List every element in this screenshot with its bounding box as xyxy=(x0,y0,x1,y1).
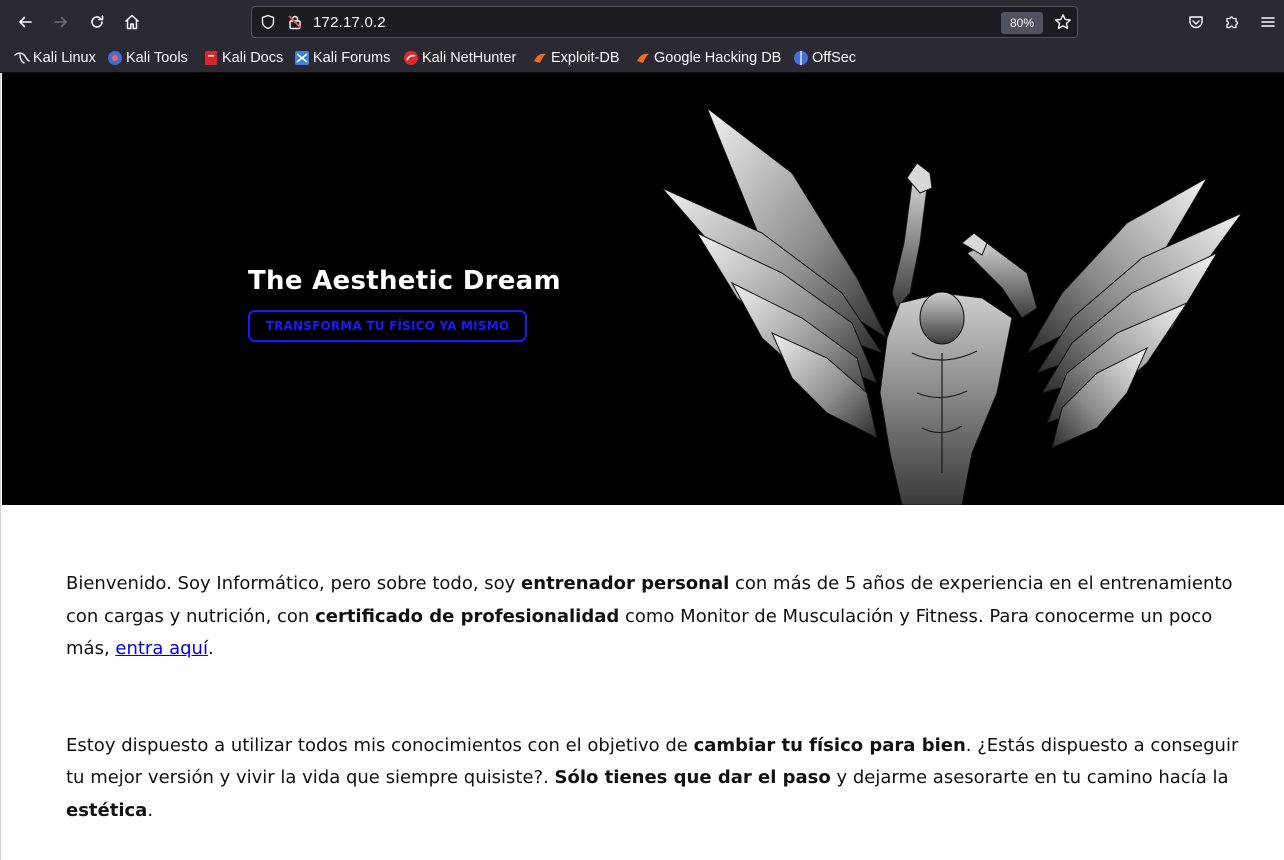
extensions-button[interactable] xyxy=(1218,8,1246,36)
offer-emphasis: estética xyxy=(66,799,148,821)
offer-text: y dejarme asesorarte en tu camino hacía … xyxy=(830,767,1229,788)
hero-banner: The Aesthetic Dream TRANSFORMA TU FÍSICO… xyxy=(2,73,1284,505)
intro-emphasis: certificado de profesionalidad xyxy=(315,605,620,627)
home-button[interactable] xyxy=(118,8,146,36)
arrow-right-icon xyxy=(54,16,67,28)
bookmark-kali-docs[interactable]: Kali Docs xyxy=(203,48,283,68)
intro-paragraph: Bienvenido. Soy Informático, pero sobre … xyxy=(66,568,1246,666)
bookmark-kali-linux[interactable]: Kali Linux xyxy=(14,48,96,68)
bookmark-label: Kali Forums xyxy=(313,50,391,66)
offer-emphasis: cambiar tu físico para bien xyxy=(693,734,966,756)
hero-title: The Aesthetic Dream xyxy=(248,266,561,296)
menu-button[interactable] xyxy=(1254,8,1282,36)
bookmark-label: Google Hacking DB xyxy=(654,50,782,66)
pocket-button[interactable] xyxy=(1182,8,1210,36)
offsec-icon xyxy=(793,50,809,66)
bookmark-kali-forums[interactable]: Kali Forums xyxy=(294,48,390,68)
intro-text: Bienvenido. Soy Informático, pero sobre … xyxy=(66,573,522,594)
pocket-icon xyxy=(1189,16,1203,29)
reload-button[interactable] xyxy=(83,8,111,36)
navigation-toolbar: 172.17.0.2 80% xyxy=(0,0,1284,44)
bookmark-label: Kali Docs xyxy=(222,50,284,66)
kali-nethunter-icon xyxy=(403,50,419,66)
transform-cta-button[interactable]: TRANSFORMA TU FÍSICO YA MISMO xyxy=(248,310,527,342)
offer-text: . xyxy=(147,799,154,821)
web-page: The Aesthetic Dream TRANSFORMA TU FÍSICO… xyxy=(0,73,1284,860)
bookmark-label: Kali Linux xyxy=(33,50,96,66)
insecure-lock-icon[interactable] xyxy=(287,14,303,30)
bookmark-label: Kali Tools xyxy=(126,50,188,66)
bookmark-offsec[interactable]: OffSec xyxy=(793,48,856,68)
bookmark-label: Exploit-DB xyxy=(551,50,620,66)
bookmark-label: OffSec xyxy=(812,50,857,66)
offer-paragraph: Estoy dispuesto a utilizar todos mis con… xyxy=(66,730,1246,828)
puzzle-piece-icon xyxy=(1226,16,1239,29)
offer-text: Estoy dispuesto a utilizar todos mis con… xyxy=(66,734,694,756)
bookmarks-toolbar: Kali Linux Kali Tools Kali Docs Kali For… xyxy=(0,44,1284,73)
home-icon xyxy=(124,14,140,30)
forward-button[interactable] xyxy=(47,8,75,36)
bookmark-star-icon[interactable] xyxy=(1054,13,1072,31)
intro-content: Bienvenido. Soy Informático, pero sobre … xyxy=(66,568,1246,827)
bookmark-kali-tools[interactable]: Kali Tools xyxy=(107,48,188,68)
about-me-link[interactable]: entra aquí xyxy=(115,638,208,659)
kali-docs-icon xyxy=(203,50,219,66)
offer-emphasis: Sólo tienes que dar el paso xyxy=(554,767,831,788)
reload-icon xyxy=(91,15,104,28)
hamburger-menu-icon xyxy=(1261,17,1275,27)
address-bar[interactable]: 172.17.0.2 80% xyxy=(251,6,1078,38)
winged-athlete-image xyxy=(661,106,1244,505)
back-button[interactable] xyxy=(11,8,39,36)
arrow-left-icon xyxy=(19,16,32,28)
browser-chrome: 172.17.0.2 80% Kali Linux Kali Tools Kal… xyxy=(0,0,1284,73)
zoom-level-button[interactable]: 80% xyxy=(1001,12,1043,34)
intro-text: . xyxy=(207,638,214,659)
kali-tools-icon xyxy=(107,50,123,66)
ghdb-icon xyxy=(635,50,651,66)
bookmark-exploit-db[interactable]: Exploit-DB xyxy=(532,48,620,68)
bookmark-label: Kali NetHunter xyxy=(422,50,517,66)
kali-dragon-icon xyxy=(14,50,30,66)
bookmark-google-hacking-db[interactable]: Google Hacking DB xyxy=(635,48,781,68)
exploit-db-icon xyxy=(532,50,548,66)
shield-icon xyxy=(261,14,275,30)
url-text[interactable]: 172.17.0.2 xyxy=(313,14,386,31)
intro-emphasis: entrenador personal xyxy=(521,573,730,594)
bookmark-kali-nethunter[interactable]: Kali NetHunter xyxy=(403,48,516,68)
kali-forums-icon xyxy=(294,50,310,66)
